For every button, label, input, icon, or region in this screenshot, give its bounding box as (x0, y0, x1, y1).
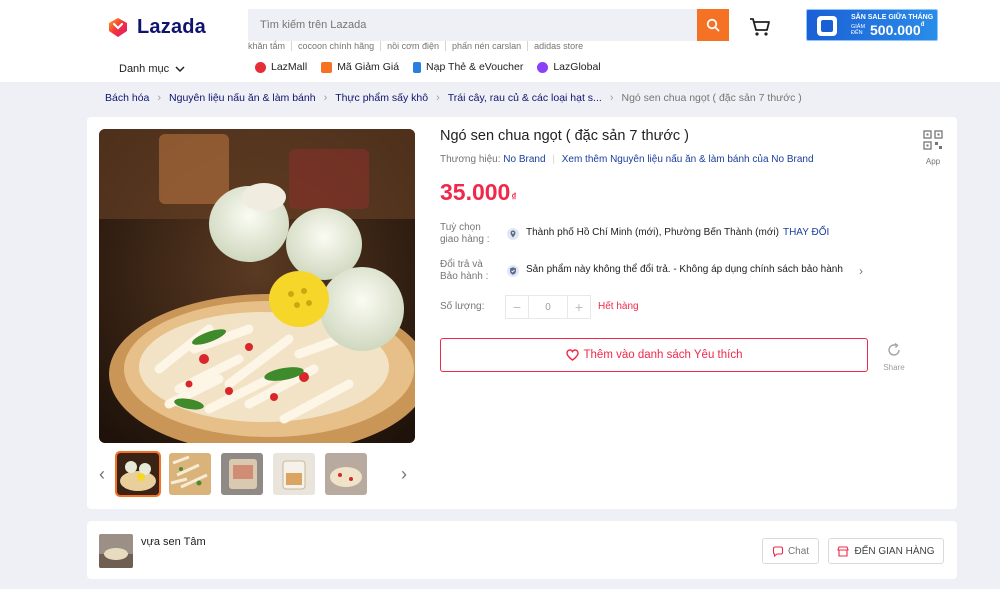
top-header: Lazada khăn tắm cocoon chính hãng nồi cơ… (0, 0, 1000, 82)
thumbnail-1[interactable] (115, 451, 161, 497)
lazada-heart-icon (105, 14, 131, 40)
phone-topup-icon (413, 61, 422, 73)
chevron-right-icon[interactable]: › (401, 465, 413, 483)
thumbnail-4[interactable] (273, 453, 315, 495)
voucher-icon (321, 61, 333, 73)
location-pin-icon (507, 227, 519, 240)
visit-shop-label: ĐẾN GIAN HÀNG (854, 545, 935, 557)
suggestion-link[interactable]: khăn tắm (248, 41, 291, 51)
search-icon (706, 18, 720, 32)
share-label: Share (883, 363, 905, 372)
breadcrumb-link[interactable]: Bách hóa (105, 92, 149, 104)
chat-button[interactable]: Chat (762, 538, 819, 564)
chat-label: Chat (787, 545, 810, 557)
breadcrumb-separator-icon: › (323, 92, 328, 104)
product-title: Ngó sen chua ngọt ( đặc sản 7 thước ) (440, 128, 689, 144)
promo-bag-icon (817, 16, 837, 36)
breadcrumb-current: Ngó sen chua ngọt ( đặc sản 7 thước ) (621, 92, 802, 104)
stock-status: Hết hàng (598, 301, 639, 312)
breadcrumb-separator-icon: › (609, 92, 614, 104)
cart-icon[interactable] (749, 16, 771, 38)
brand-divider: | (552, 154, 555, 165)
quick-link-voucher[interactable]: Mã Giảm Giá (321, 61, 399, 73)
quantity-input[interactable] (529, 295, 567, 319)
product-detail-card: ‹ › Ngó sen chua ngọt ( đặc sản 7 thước … (87, 117, 957, 509)
return-policy-chevron-icon[interactable]: › (859, 264, 863, 278)
suggestion-link[interactable]: cocoon chính hãng (291, 41, 380, 51)
app-qr-button[interactable]: App (922, 130, 944, 166)
brand-line: Thương hiệu: No Brand | Xem thêm Nguyên … (440, 154, 814, 165)
promo-banner[interactable]: SĂN SALE GIỮA THÁNG GIẢM ĐẾN 500.000đ (806, 9, 938, 41)
product-main-image[interactable] (99, 129, 415, 443)
breadcrumb: Bách hóa › Nguyên liệu nấu ăn & làm bánh… (105, 92, 802, 104)
chevron-left-icon[interactable]: ‹ (99, 465, 111, 483)
thumbnail-strip: ‹ › (99, 451, 415, 497)
return-policy-text: Sản phẩm này không thể đổi trả. - Không … (526, 264, 843, 275)
search-button[interactable] (697, 9, 729, 41)
breadcrumb-separator-icon: › (436, 92, 440, 104)
search-bar (248, 9, 729, 41)
product-price: 35.000₫ (440, 179, 517, 205)
suggestion-link[interactable]: phấn nén carslan (445, 41, 527, 51)
seller-name[interactable]: vựa sen Tâm (141, 536, 206, 548)
breadcrumb-separator-icon: › (157, 92, 162, 104)
visit-shop-button[interactable]: ĐẾN GIAN HÀNG (828, 538, 944, 564)
category-menu[interactable]: Danh mục (119, 63, 185, 75)
search-input[interactable] (248, 9, 697, 41)
quantity-stepper: − + (505, 295, 591, 319)
breadcrumb-link[interactable]: Nguyên liệu nấu ăn & làm bánh (169, 92, 316, 104)
chat-icon (772, 545, 783, 557)
add-to-wishlist-button[interactable]: Thêm vào danh sách Yêu thích (440, 338, 868, 372)
promo-title: SĂN SALE GIỮA THÁNG (851, 14, 934, 21)
lazada-logo[interactable]: Lazada (105, 14, 206, 40)
promo-amount: 500.000đ (870, 22, 925, 38)
lazmall-icon (255, 61, 266, 73)
heart-icon (565, 349, 579, 361)
globe-icon (537, 61, 549, 73)
delivery-label: Tuỳ chọn giao hàng : (440, 222, 490, 245)
store-icon (837, 545, 850, 557)
thumbnail-3[interactable] (221, 453, 263, 495)
brand-label: Thương hiệu: (440, 154, 501, 165)
quantity-label: Số lượng: (440, 301, 485, 312)
breadcrumb-link[interactable]: Trái cây, rau củ & các loại hạt s... (448, 92, 602, 104)
qr-code-icon (923, 130, 943, 150)
quick-link-lazglobal[interactable]: LazGlobal (537, 61, 601, 73)
suggestion-link[interactable]: nồi cơm điện (380, 41, 445, 51)
promo-subtitle: GIẢM ĐẾN (851, 24, 866, 36)
logo-text: Lazada (137, 15, 207, 38)
suggestion-link[interactable]: adidas store (527, 41, 589, 51)
seller-avatar[interactable] (99, 534, 133, 568)
breadcrumb-link[interactable]: Thực phẩm sấy khô (335, 92, 428, 104)
category-label: Danh mục (119, 63, 170, 75)
share-icon (888, 342, 900, 356)
quick-link-lazmall[interactable]: LazMall (255, 61, 307, 73)
change-location-link[interactable]: THAY ĐỔI (783, 227, 829, 238)
delivery-location: Thành phố Hồ Chí Minh (mới), Phường Bến … (526, 227, 830, 238)
quantity-decrease-button[interactable]: − (505, 295, 529, 319)
chevron-down-icon (175, 66, 185, 73)
shield-icon (507, 264, 519, 277)
app-label: App (925, 157, 941, 166)
thumbnail-2[interactable] (169, 453, 211, 495)
thumbnail-5[interactable] (325, 453, 367, 495)
quantity-increase-button[interactable]: + (567, 295, 591, 319)
seller-card: vựa sen Tâm Chat ĐẾN GIAN HÀNG (87, 521, 957, 579)
wishlist-label: Thêm vào danh sách Yêu thích (583, 349, 743, 361)
quick-link-topup[interactable]: Nạp Thẻ & eVoucher (413, 61, 523, 73)
search-suggestions: khăn tắm cocoon chính hãng nồi cơm điện … (248, 41, 589, 51)
share-button[interactable]: Share (881, 342, 907, 372)
returns-label: Đổi trả và Bảo hành : (440, 259, 489, 282)
brand-link[interactable]: No Brand (503, 154, 545, 165)
quick-links: LazMall Mã Giảm Giá Nạp Thẻ & eVoucher L… (255, 61, 601, 73)
more-from-brand-link[interactable]: Xem thêm Nguyên liệu nấu ăn & làm bánh c… (562, 154, 814, 165)
